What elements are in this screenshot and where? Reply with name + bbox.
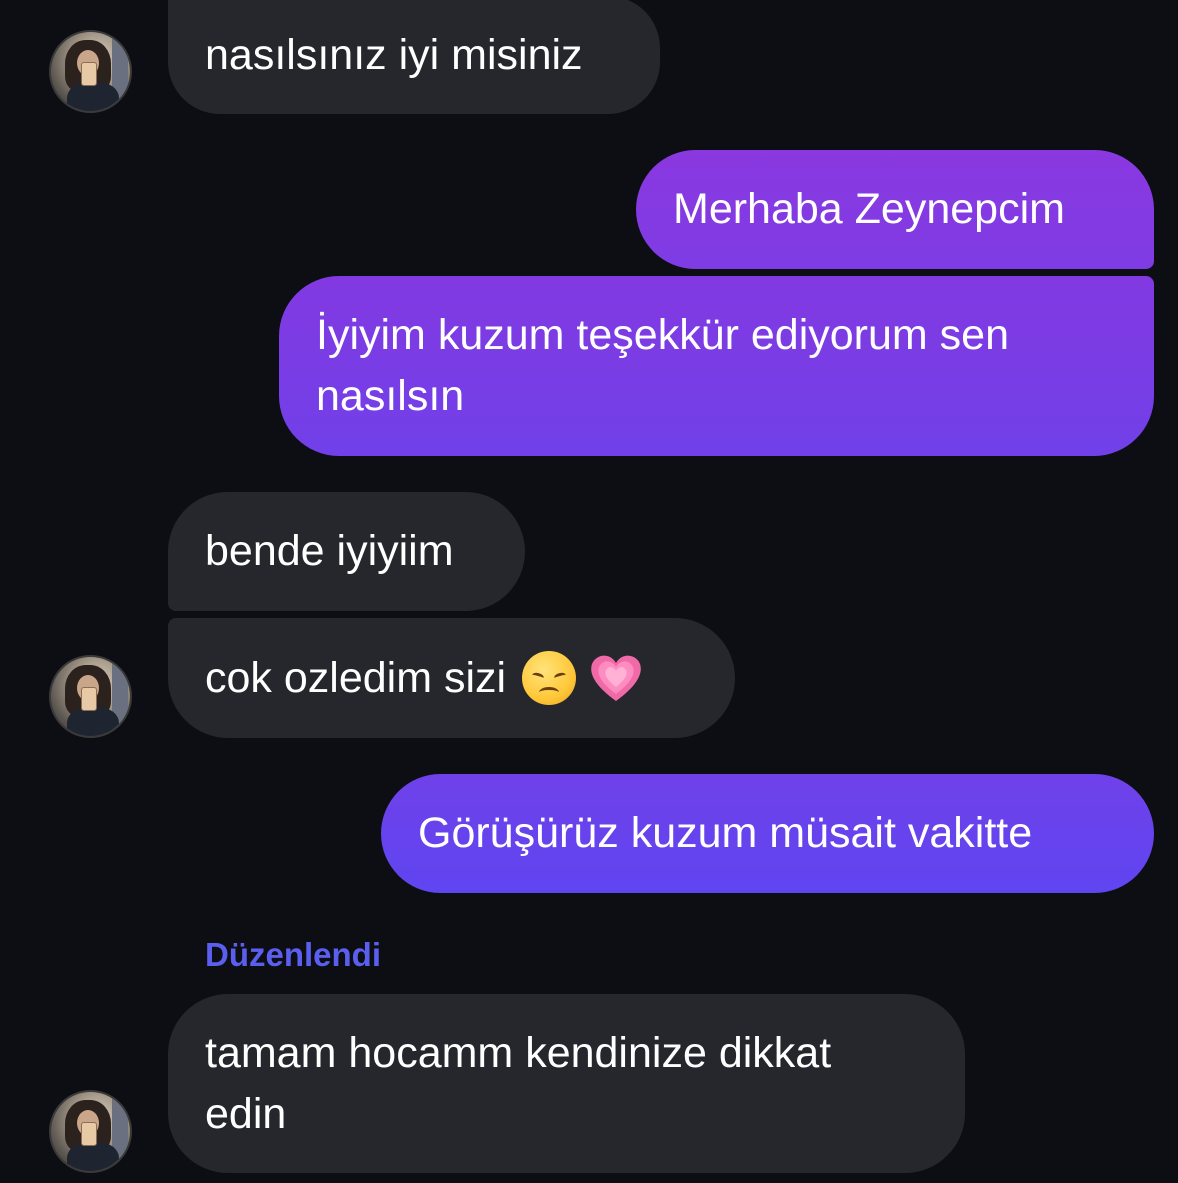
contact-avatar[interactable] <box>49 30 132 113</box>
growing-heart-emoji <box>588 651 642 705</box>
outgoing-message-bubble[interactable]: İyiyim kuzum teşekkür ediyorum sen nasıl… <box>279 276 1154 456</box>
incoming-message-bubble[interactable]: bende iyiyiim <box>168 492 525 611</box>
message-text-line-2: edin <box>205 1089 287 1138</box>
message-text: nasılsınız iyi misiniz <box>205 30 583 79</box>
message-text: Görüşürüz kuzum müsait vakitte <box>418 809 1033 857</box>
disappointed-face-emoji <box>522 651 577 705</box>
outgoing-message-bubble[interactable]: Merhaba Zeynepcim <box>636 150 1154 269</box>
incoming-message-bubble[interactable]: cok ozledim sizi <box>168 618 735 738</box>
contact-avatar[interactable] <box>49 655 132 738</box>
contact-avatar[interactable] <box>49 1090 132 1173</box>
edited-label: Düzenlendi <box>205 936 382 973</box>
message-text: Merhaba Zeynepcim <box>673 185 1065 233</box>
chat-thread: nasılsınız iyi misiniz Merhaba Zeynepcim… <box>0 0 1178 1183</box>
message-text-line-1: tamam hocamm kendinize dikkat <box>205 1028 832 1077</box>
message-text: cok ozledim sizi <box>205 653 507 702</box>
incoming-message-bubble[interactable]: tamam hocamm kendinize dikkat edin <box>168 994 965 1173</box>
message-text-line-2: nasılsın <box>316 372 465 420</box>
incoming-message-bubble[interactable]: nasılsınız iyi misiniz <box>168 0 660 114</box>
message-text-line-1: İyiyim kuzum teşekkür ediyorum sen <box>316 311 1009 359</box>
outgoing-message-bubble[interactable]: Görüşürüz kuzum müsait vakitte <box>381 774 1154 893</box>
message-text: bende iyiyiim <box>205 527 454 575</box>
